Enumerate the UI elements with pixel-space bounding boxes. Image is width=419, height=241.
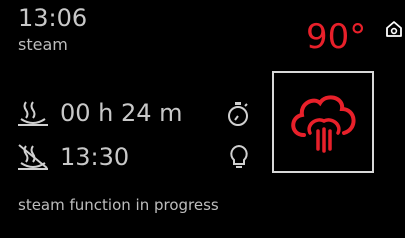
duration-value: 00 h 24 m [60, 99, 183, 127]
status-message: steam function in progress [18, 196, 219, 214]
end-time-value: 13:30 [60, 143, 130, 171]
steam-function-icon [291, 95, 356, 153]
oven-display: 13:06 steam 90° 00 h 24 m 13:30 steam fu… [0, 0, 405, 238]
end-time-icon [18, 144, 48, 170]
duration-row[interactable]: 00 h 24 m [16, 96, 183, 130]
light-bulb-icon[interactable] [228, 144, 250, 170]
steam-duration-icon [18, 101, 48, 126]
temperature-setting[interactable]: 90° [306, 18, 366, 56]
steam-function-button[interactable] [272, 71, 374, 173]
mode-label: steam [18, 35, 68, 54]
stopwatch-icon[interactable] [226, 101, 250, 127]
clock-time: 13:06 [18, 4, 88, 32]
end-time-row[interactable]: 13:30 [16, 140, 129, 174]
home-icon[interactable] [385, 20, 403, 38]
